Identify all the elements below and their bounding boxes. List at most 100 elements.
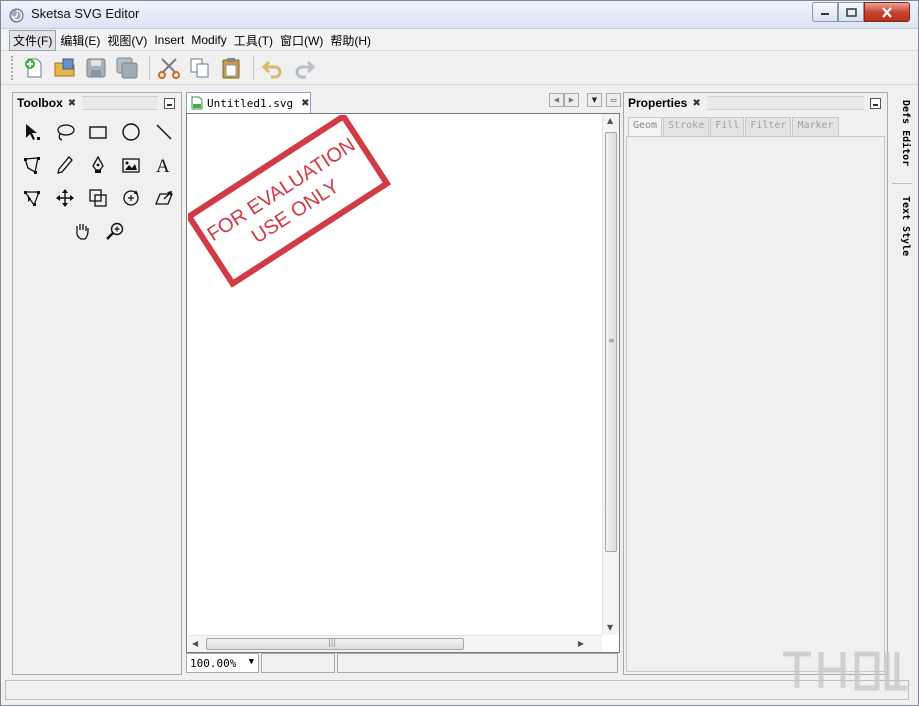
paste-icon (222, 57, 240, 78)
rotate-icon (123, 190, 139, 206)
tab-list-button[interactable]: ▼ (587, 93, 602, 107)
polygon-tool[interactable] (19, 152, 45, 178)
zoom-select[interactable]: 100.00% ▼ (186, 653, 259, 673)
toolbox-minimize-button[interactable] (164, 97, 175, 109)
tab-geom[interactable]: Geom (628, 117, 663, 136)
open-file-button[interactable] (51, 54, 79, 82)
tab-defs-editor[interactable]: Defs Editor (893, 100, 911, 166)
line-icon (156, 124, 172, 140)
tab-close-icon[interactable]: ✖ (301, 98, 309, 109)
node-edit-tool[interactable] (19, 185, 45, 211)
save-all-button[interactable] (113, 54, 141, 82)
node-edit-icon (23, 191, 40, 207)
tab-prev-button[interactable]: ◀ (549, 93, 564, 107)
evaluation-stamp: FOR EVALUATION USE ONLY (188, 115, 392, 288)
tab-next-button[interactable]: ▶ (564, 93, 579, 107)
toolbar-grip[interactable] (11, 55, 14, 80)
menu-tools[interactable]: 工具(T) (231, 31, 276, 50)
undo-button[interactable] (259, 54, 287, 82)
scale-icon (89, 189, 107, 207)
select-tool[interactable] (19, 119, 45, 145)
vertical-scrollbar[interactable]: ▲ ≡ ▼ (602, 114, 619, 635)
skew-icon (155, 191, 173, 205)
image-tool[interactable] (118, 152, 144, 178)
properties-header: Properties ✖ (624, 93, 887, 113)
new-file-button[interactable] (20, 54, 48, 82)
zoom-tool[interactable] (102, 218, 128, 244)
tab-stroke[interactable]: Stroke (663, 117, 710, 136)
properties-close-icon[interactable]: ✖ (692, 98, 700, 109)
scroll-right-icon[interactable]: ▶ (578, 639, 584, 648)
minimize-button[interactable] (812, 2, 838, 22)
cut-button[interactable] (155, 54, 183, 82)
pen-tool[interactable] (85, 152, 111, 178)
pencil-tool[interactable] (52, 152, 78, 178)
save-icon (86, 58, 106, 77)
tab-untitled1[interactable]: Untitled1.svg ✖ (186, 92, 311, 113)
ellipse-tool[interactable] (118, 119, 144, 145)
status-cell (337, 653, 618, 673)
menu-view[interactable]: 视图(V) (104, 31, 150, 50)
tab-filter[interactable]: Filter (745, 117, 792, 136)
site-watermark-logo (783, 651, 907, 691)
menu-modify[interactable]: Modify (188, 32, 229, 48)
properties-panel: Properties ✖ Geom Stroke Fill Filter Mar… (623, 92, 888, 675)
rotate-tool[interactable] (118, 185, 144, 211)
maximize-icon (845, 7, 857, 17)
pencil-icon (57, 156, 73, 174)
line-tool[interactable] (151, 119, 177, 145)
save-button[interactable] (82, 54, 110, 82)
svg-canvas[interactable]: FOR EVALUATION USE ONLY (188, 115, 602, 636)
properties-title: Properties (628, 96, 688, 110)
skew-tool[interactable] (151, 185, 177, 211)
move-tool[interactable] (52, 185, 78, 211)
undo-icon (261, 60, 282, 78)
menu-help[interactable]: 帮助(H) (327, 31, 374, 50)
toolbox-panel: Toolbox ✖ A (12, 92, 182, 675)
status-cell (261, 653, 335, 673)
arrow-pointer-icon (26, 124, 40, 140)
text-tool[interactable]: A (151, 152, 177, 178)
scroll-grip-icon: ||| (328, 638, 337, 647)
horizontal-scrollbar[interactable]: ◀ ||| ▶ (188, 635, 602, 652)
rectangle-tool[interactable] (85, 119, 111, 145)
copy-button[interactable] (186, 54, 214, 82)
hand-tool[interactable] (69, 218, 95, 244)
image-icon (122, 158, 140, 173)
scroll-down-icon[interactable]: ▼ (607, 623, 613, 632)
save-all-icon (116, 57, 138, 78)
menu-insert[interactable]: Insert (151, 32, 187, 48)
redo-button[interactable] (290, 54, 318, 82)
zoom-value: 100.00% (190, 656, 237, 670)
menu-file[interactable]: 文件(F) (9, 29, 57, 51)
scale-tool[interactable] (85, 185, 111, 211)
svg-file-icon (191, 96, 203, 110)
lasso-tool[interactable] (52, 119, 78, 145)
toolbox-title: Toolbox (17, 96, 63, 110)
menu-edit[interactable]: 编辑(E) (57, 31, 103, 50)
scroll-left-icon[interactable]: ◀ (192, 639, 198, 648)
tab-text-style[interactable]: Text Style (893, 196, 911, 256)
tab-fill[interactable]: Fill (710, 117, 745, 136)
toolbox-close-icon[interactable]: ✖ (68, 98, 76, 109)
close-button[interactable] (864, 2, 910, 22)
properties-minimize-button[interactable] (870, 97, 881, 109)
window-title: Sketsa SVG Editor (31, 6, 140, 21)
polyline-icon (24, 157, 40, 174)
circle-icon (122, 123, 140, 141)
scroll-up-icon[interactable]: ▲ (607, 116, 613, 125)
redo-icon (295, 60, 316, 78)
menu-window[interactable]: 窗口(W) (277, 31, 326, 50)
app-logo-icon (9, 8, 24, 23)
tab-marker[interactable]: Marker (792, 117, 839, 136)
editor-status-row: 100.00% ▼ (186, 653, 620, 674)
tab-label: Untitled1.svg (207, 96, 294, 110)
menu-bar: 文件(F) 编辑(E) 视图(V) Insert Modify 工具(T) 窗口… (1, 29, 918, 51)
editor-maximize-button[interactable]: ▭ (606, 93, 621, 107)
chevron-down-icon[interactable]: ▼ (249, 657, 254, 667)
paste-button[interactable] (217, 54, 245, 82)
title-bar: Sketsa SVG Editor (1, 1, 918, 29)
open-folder-icon (54, 58, 75, 76)
maximize-button[interactable] (838, 2, 864, 22)
copy-icon (190, 58, 209, 77)
